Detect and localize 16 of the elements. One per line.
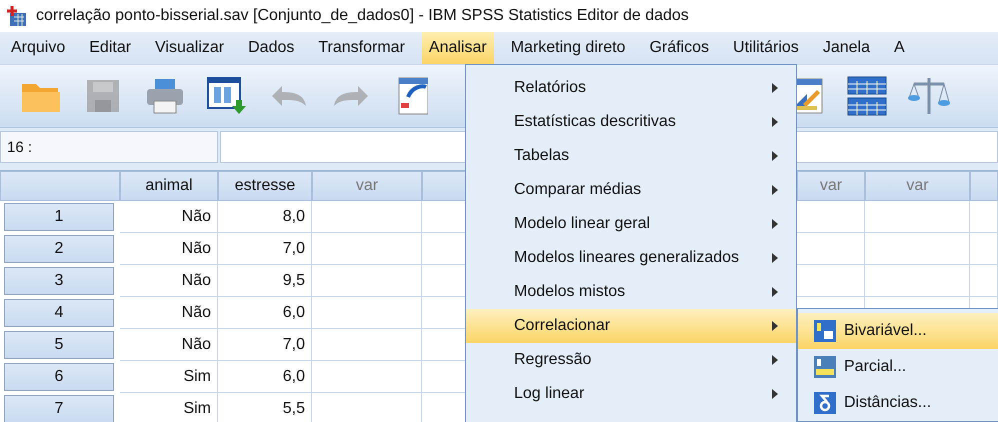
table-cell: 6,0 xyxy=(218,361,312,393)
table-cell: 9,5 xyxy=(218,265,312,297)
table-cell: Não xyxy=(120,265,218,297)
table-cell: 5,5 xyxy=(218,393,312,422)
table-cell: Sim xyxy=(120,393,218,422)
cell-reference: 16 : xyxy=(0,131,218,163)
table-cell: Não xyxy=(120,233,218,265)
table-cell: Sim xyxy=(120,361,218,393)
table-cell: 7,0 xyxy=(218,233,312,265)
table-cell: Não xyxy=(120,329,218,361)
table-cell: Não xyxy=(120,201,218,233)
window-title: correlação ponto-bisserial.sav [Conjunto_de_dados0] - IBM SPSS Statistics Editor de dados xyxy=(36,7,689,25)
table-cell: 6,0 xyxy=(218,297,312,329)
table-cell: 7,0 xyxy=(218,329,312,361)
table-cell: 8,0 xyxy=(218,201,312,233)
table-cell: Não xyxy=(120,297,218,329)
